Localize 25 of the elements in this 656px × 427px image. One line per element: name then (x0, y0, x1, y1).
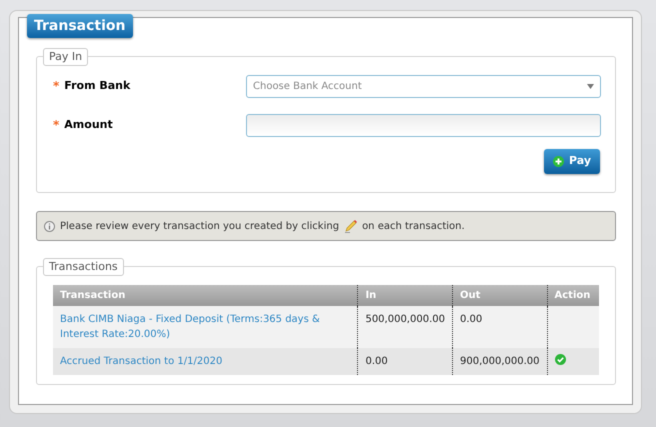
section-legend: Transactions (43, 258, 124, 276)
transaction-link[interactable]: Accrued Transaction to 1/1/2020 (60, 354, 350, 369)
column-header: Transaction (53, 285, 358, 306)
section-legend: Pay In (43, 48, 88, 66)
column-header: Action (547, 285, 599, 306)
notice-text: on each transaction. (362, 220, 465, 234)
table-cell: 900,000,000.00 (452, 348, 548, 375)
transaction-link[interactable]: Bank CIMB Niaga - Fixed Deposit (Terms:365 days & Interest Rate:20.00%) (60, 312, 350, 342)
amount-field[interactable] (246, 114, 601, 136)
table-cell: 0.00 (358, 348, 452, 375)
plus-icon (552, 156, 564, 167)
field-label: From Bank (64, 78, 130, 94)
required-mark: * (53, 78, 60, 95)
notice-text: Please review every transaction you created by clicking (60, 220, 340, 234)
column-header: Out (452, 285, 548, 306)
pay-button[interactable]: Pay (544, 149, 600, 174)
page-title: Transaction (27, 14, 132, 38)
bank-account-select[interactable]: Choose Bank Account (246, 74, 601, 98)
field-label: Amount (64, 116, 113, 133)
column-header: In (358, 285, 452, 306)
check-icon[interactable] (554, 354, 566, 365)
info-icon (44, 220, 55, 232)
required-mark: * (53, 117, 60, 134)
caret-icon (587, 84, 594, 88)
pencil-icon (344, 220, 358, 232)
